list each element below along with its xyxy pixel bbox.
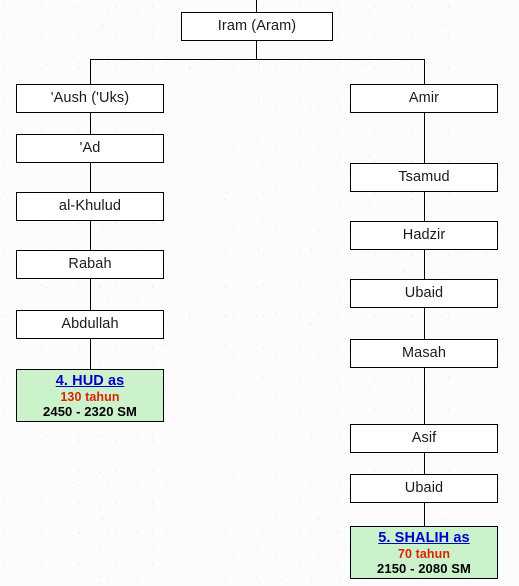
node-rabah: Rabah (16, 250, 164, 279)
prophet-age: 130 tahun (60, 389, 120, 404)
node-al-khulud: al-Khulud (16, 192, 164, 221)
node-label: Amir (408, 90, 440, 107)
connector-split-bar (90, 59, 425, 60)
connector-right-6 (424, 453, 425, 475)
node-label: Ubaid (404, 480, 444, 497)
node-label: Rabah (68, 256, 112, 273)
node-amir: Amir (350, 84, 498, 113)
connector-left-2 (90, 163, 91, 193)
node-label: 'Aush ('Uks) (50, 90, 130, 107)
node-ad: 'Ad (16, 134, 164, 163)
connector-left-1 (90, 113, 91, 135)
node-hud-prophet: 4. HUD as 130 tahun 2450 - 2320 SM (16, 369, 164, 422)
connector-left-3 (90, 221, 91, 251)
node-label: Masah (401, 345, 447, 362)
connector-right-7 (424, 503, 425, 527)
node-label: Ubaid (404, 285, 444, 302)
node-aush-uks: 'Aush ('Uks) (16, 84, 164, 113)
connector-split-to-left (90, 59, 91, 85)
genealogy-tree-diagram: Iram (Aram) 'Aush ('Uks) 'Ad al-Khulud R… (0, 0, 519, 586)
node-masah: Masah (350, 339, 498, 368)
connector-right-3 (424, 250, 425, 280)
node-asif: Asif (350, 424, 498, 453)
prophet-age: 70 tahun (397, 546, 451, 561)
node-iram-aram: Iram (Aram) (181, 12, 333, 41)
node-tsamud: Tsamud (350, 163, 498, 192)
connector-left-4 (90, 279, 91, 311)
node-ubaid-upper: Ubaid (350, 279, 498, 308)
node-label: Iram (Aram) (217, 18, 297, 35)
prophet-name: 4. HUD as (55, 372, 125, 389)
prophet-year-range: 2450 - 2320 SM (43, 403, 137, 419)
prophet-name: 5. SHALIH as (378, 529, 470, 546)
connector-right-2 (424, 192, 425, 222)
connector-right-5 (424, 368, 425, 425)
node-label: al-Khulud (58, 198, 122, 215)
connector-left-5 (90, 339, 91, 370)
node-label: Hadzir (402, 227, 446, 244)
node-label: Abdullah (61, 316, 119, 333)
connector-split-to-right (424, 59, 425, 85)
node-hadzir: Hadzir (350, 221, 498, 250)
node-label: 'Ad (79, 140, 101, 157)
connector-root-down (256, 41, 257, 60)
connector-right-4 (424, 308, 425, 340)
node-label: Tsamud (398, 169, 450, 186)
prophet-year-range: 2150 - 2080 SM (377, 560, 471, 576)
node-abdullah: Abdullah (16, 310, 164, 339)
node-shalih-prophet: 5. SHALIH as 70 tahun 2150 - 2080 SM (350, 526, 498, 579)
connector-right-1 (424, 113, 425, 164)
node-ubaid-lower: Ubaid (350, 474, 498, 503)
node-label: Asif (411, 430, 437, 447)
